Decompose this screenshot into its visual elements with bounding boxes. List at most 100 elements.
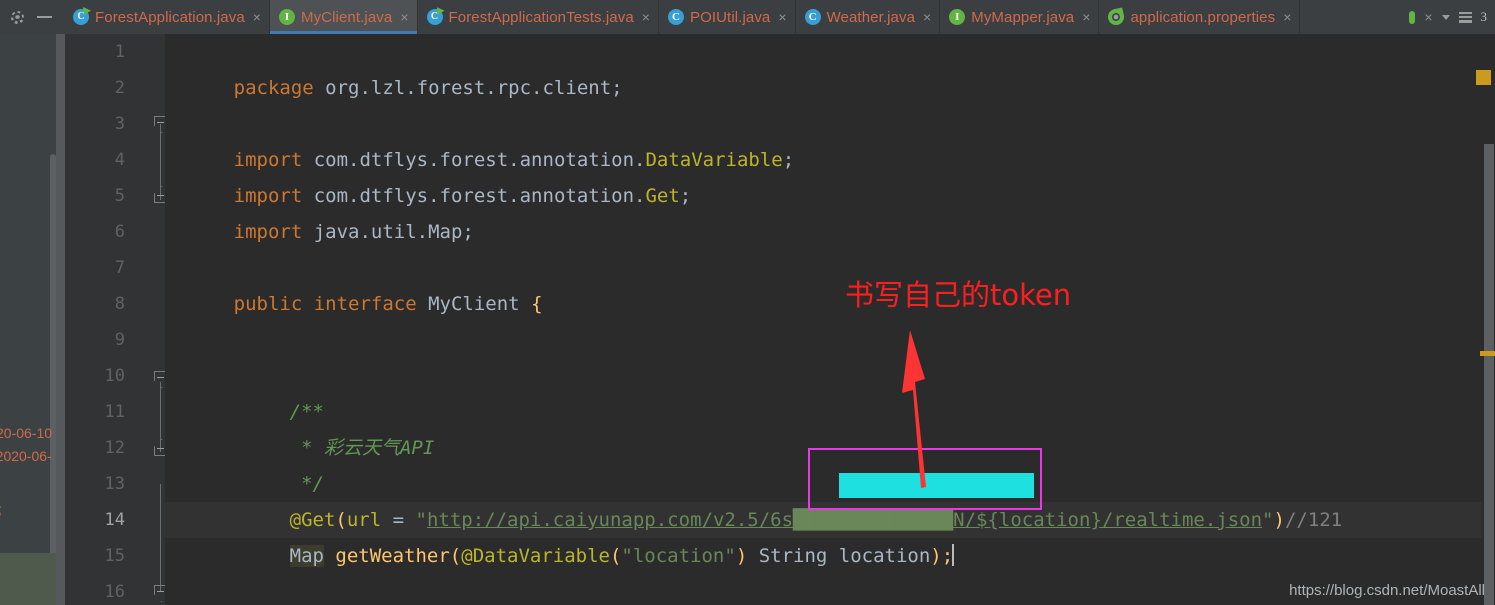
- tab-close-icon[interactable]: ×: [253, 10, 261, 24]
- code-editor[interactable]: package org.lzl.forest.rpc.client; impor…: [165, 34, 1495, 605]
- quote-close: ": [1262, 509, 1274, 531]
- line-number: 8: [114, 294, 125, 314]
- semicolon-text: ;: [0, 500, 2, 519]
- open-brace: {: [519, 293, 543, 315]
- tab-label: application.properties: [1130, 8, 1276, 26]
- editor-scrollbar-thumb[interactable]: [1484, 144, 1494, 605]
- tab-mymapper-java[interactable]: I MyMapper.java ×: [940, 0, 1100, 34]
- method-name: getWeather(: [323, 545, 462, 567]
- spring-test-icon: C: [426, 9, 443, 25]
- gear-icon[interactable]: [10, 10, 25, 25]
- minimize-icon[interactable]: [37, 16, 52, 18]
- panel-divider[interactable]: [56, 34, 65, 605]
- date-text-1: 20-06-10: [0, 425, 53, 441]
- text-caret: [952, 544, 955, 566]
- line-number: 16: [104, 582, 125, 602]
- annotation-arrow-icon: [902, 330, 926, 488]
- line-number: 12: [104, 438, 125, 458]
- tab-label: MyMapper.java: [971, 8, 1075, 26]
- spring-class-icon: C: [73, 9, 89, 25]
- tab-close-icon[interactable]: ×: [778, 10, 786, 24]
- inspection-status-marker[interactable]: [1476, 70, 1491, 85]
- line-number: 9: [114, 330, 125, 350]
- line-number: 1: [114, 42, 125, 62]
- window-tool-buttons: [0, 0, 64, 34]
- tab-bar-right-controls: × 3: [1405, 0, 1495, 34]
- annotation-note-text: 书写自己的token: [845, 278, 1072, 312]
- package-name: org.lzl.forest.rpc.client;: [313, 77, 623, 99]
- paren-close: ): [1273, 509, 1285, 531]
- editor-scrollbar-track[interactable]: [1482, 88, 1495, 605]
- tab-label: ForestApplication.java: [95, 8, 245, 26]
- editor-tab-bar: C ForestApplication.java × I MyClient.ja…: [0, 0, 1495, 34]
- code-line-4: import com.dtflys.forest.annotation.Get;: [165, 142, 692, 207]
- scrollbar-warning-marker[interactable]: [1480, 351, 1495, 356]
- param-name-location: location: [827, 545, 931, 567]
- tab-label: POIUtil.java: [689, 8, 771, 26]
- code-line-10: /**: [165, 358, 324, 423]
- class-icon: C: [804, 9, 821, 25]
- tab-application-properties[interactable]: application.properties ×: [1099, 0, 1301, 34]
- left-panel-highlight: [0, 553, 56, 605]
- tab-poiutil-java[interactable]: C POIUtil.java ×: [658, 0, 796, 34]
- keyword-package: package: [233, 77, 314, 99]
- ide-window: C ForestApplication.java × I MyClient.ja…: [0, 0, 1495, 605]
- tab-label: ForestApplicationTests.java: [448, 8, 634, 26]
- line-number: 4: [114, 150, 125, 170]
- line-number: 5: [114, 186, 125, 206]
- tab-label: Weather.java: [826, 8, 916, 26]
- trailing-comment: //121: [1284, 509, 1343, 531]
- code-line-1: package org.lzl.forest.rpc.client;: [165, 34, 623, 99]
- tab-close-icon[interactable]: ×: [923, 10, 931, 24]
- tab-myclient-java[interactable]: I MyClient.java ×: [269, 0, 418, 34]
- tab-list: C ForestApplication.java × I MyClient.ja…: [64, 0, 1405, 34]
- import-path: java.util.Map;: [302, 221, 474, 243]
- pin-icon[interactable]: [1409, 10, 1416, 24]
- code-line-13: @Get(url = "http://api.caiyunapp.com/v2.…: [165, 466, 1343, 531]
- code-line-16: /**: [165, 574, 324, 605]
- tab-list-icon[interactable]: [1458, 11, 1472, 23]
- datavariable-annotation: @DataVariable: [461, 545, 610, 567]
- paren-close: ): [735, 545, 759, 567]
- chevron-down-icon[interactable]: [1441, 14, 1450, 20]
- keyword-interface: interface: [302, 293, 417, 315]
- return-type-map: Map: [289, 545, 324, 567]
- keyword-import: import: [233, 221, 303, 243]
- code-line-3: import com.dtflys.forest.annotation.Data…: [165, 106, 795, 171]
- tab-close-icon[interactable]: ×: [642, 10, 650, 24]
- spring-properties-icon: [1106, 7, 1126, 27]
- line-number: 2: [114, 78, 125, 98]
- tab-weather-java[interactable]: C Weather.java ×: [795, 0, 941, 34]
- annotation-argument: "location": [621, 545, 736, 567]
- close-icon[interactable]: ×: [1424, 10, 1432, 24]
- interface-icon: I: [278, 9, 295, 25]
- editor-gutter: 1 2 3 4 5 6 7 8 9 10 11 12 13 14 15 16: [65, 34, 189, 605]
- code-line-7: public interface MyClient {: [165, 250, 543, 315]
- watermark-text: https://blog.csdn.net/MoastAll: [1289, 582, 1485, 599]
- semicolon: ;: [679, 185, 692, 207]
- hidden-tabs-count: 3: [1480, 9, 1488, 24]
- line-number: 13: [104, 474, 125, 494]
- tab-close-icon[interactable]: ×: [1082, 10, 1090, 24]
- line-number-current: 14: [104, 510, 125, 530]
- tab-forestapplication-java[interactable]: C ForestApplication.java ×: [64, 0, 270, 34]
- url-suffix: N/${location}/realtime.json: [953, 509, 1263, 531]
- import-class: Get: [645, 185, 680, 207]
- tab-forestapplicationtests-java[interactable]: C ForestApplicationTests.java ×: [417, 0, 659, 34]
- tab-close-icon[interactable]: ×: [1283, 10, 1291, 24]
- code-line-12: */: [165, 430, 324, 495]
- statement-end: );: [930, 545, 954, 567]
- date-text-2: -2020-06-: [0, 448, 52, 464]
- left-tool-panel: 20-06-10 -2020-06- ;: [0, 34, 56, 605]
- line-number: 11: [104, 402, 125, 422]
- tab-label: MyClient.java: [300, 8, 393, 26]
- line-number: 7: [114, 258, 125, 278]
- param-type-string: String: [758, 545, 828, 567]
- interface-icon: I: [949, 9, 966, 25]
- class-icon: C: [667, 9, 684, 25]
- line-number: 15: [104, 546, 125, 566]
- semicolon: ;: [782, 149, 795, 171]
- tab-close-icon[interactable]: ×: [400, 10, 408, 24]
- keyword-public: public: [233, 293, 303, 315]
- paren-open: (: [609, 545, 622, 567]
